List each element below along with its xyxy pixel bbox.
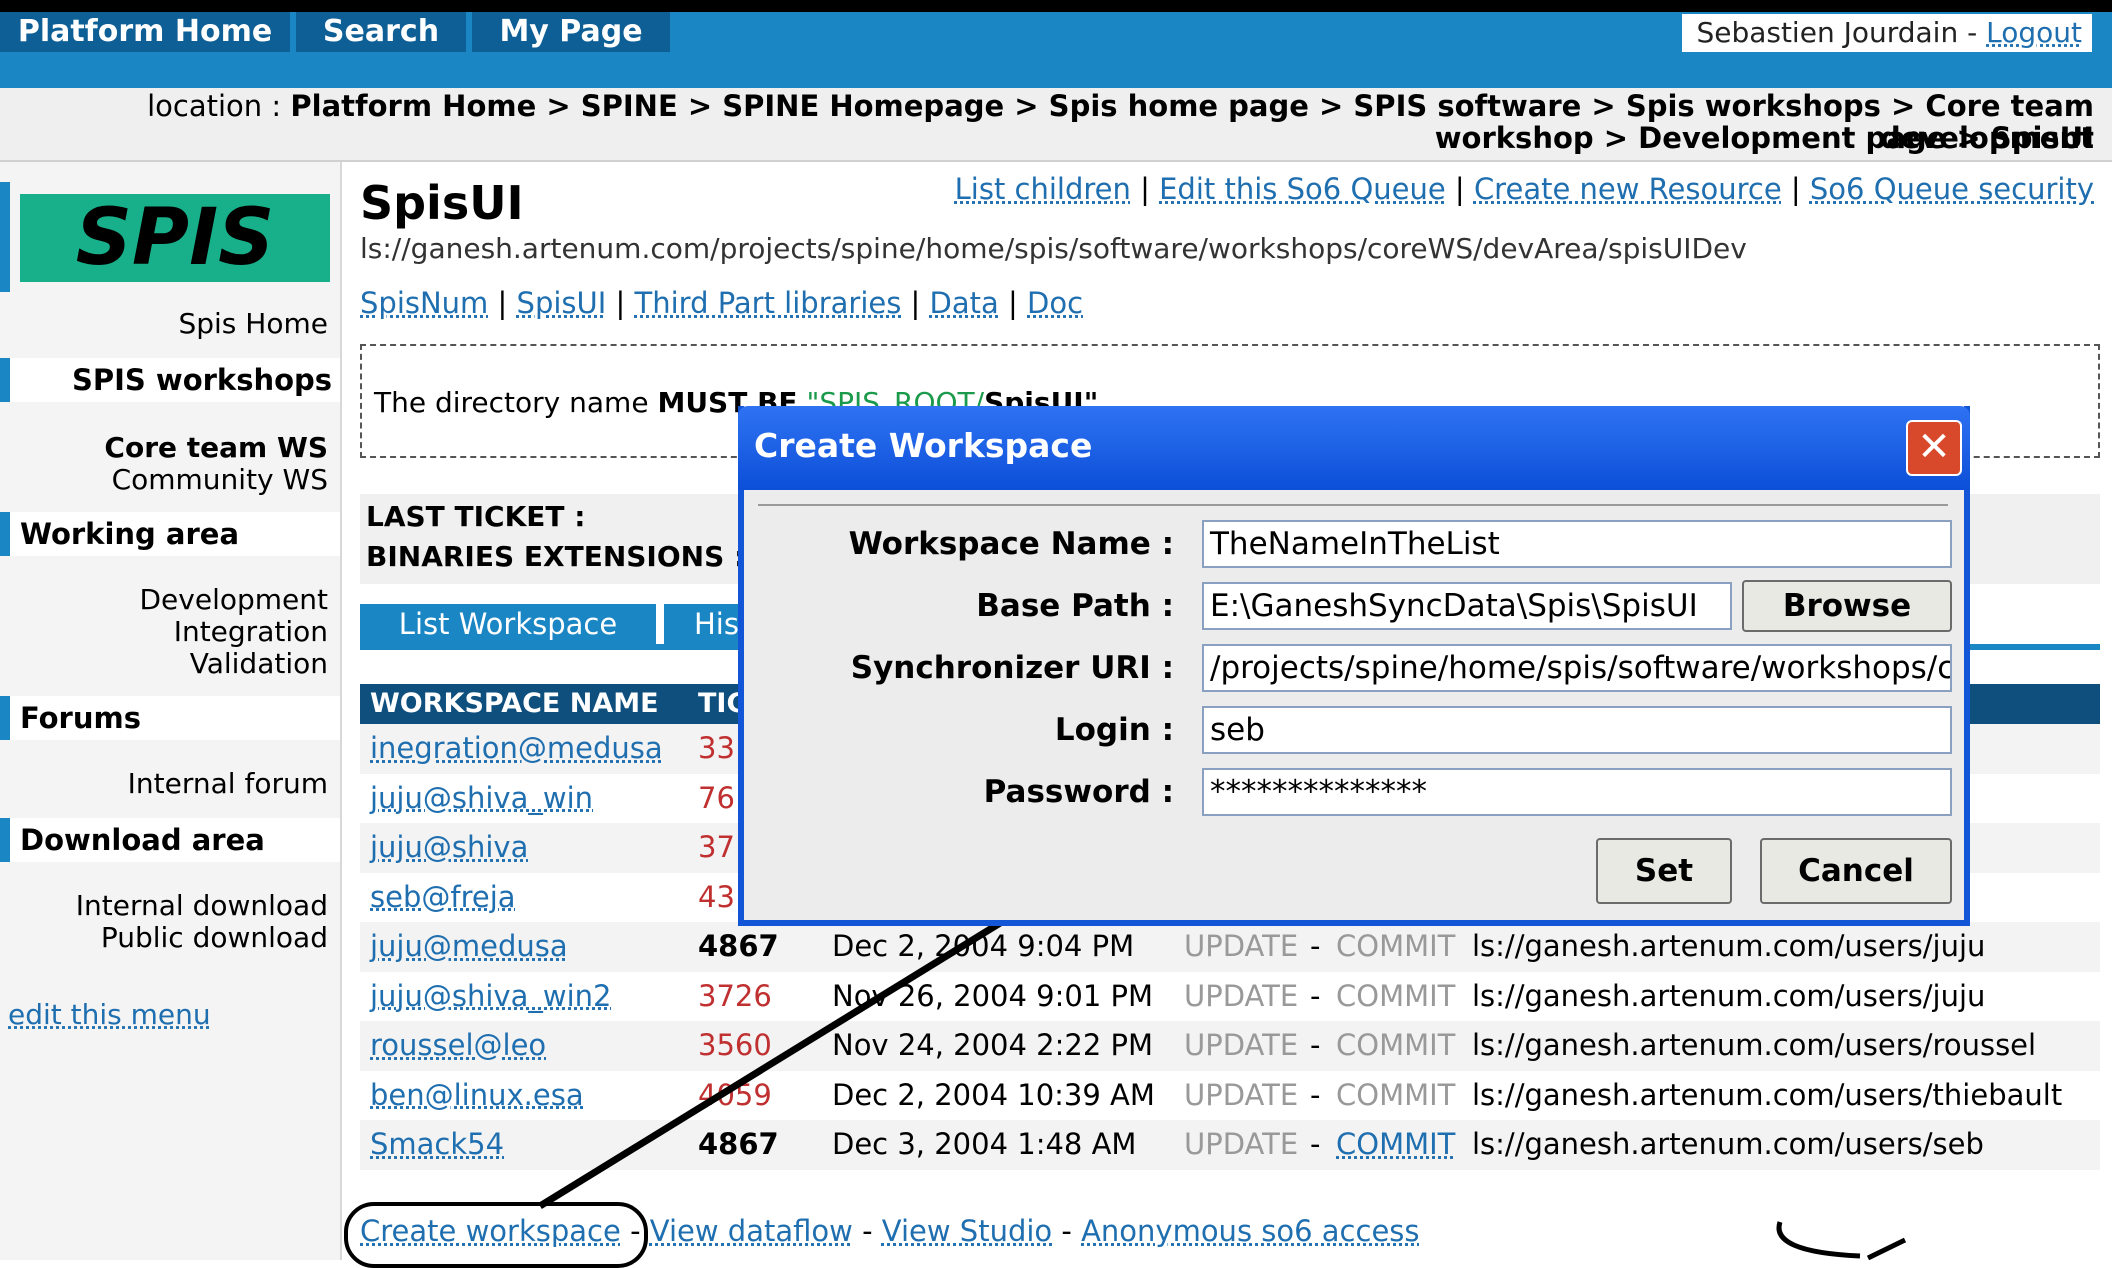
create-workspace-dialog: Create Workspace ✕ Workspace Name : TheN… [738,406,1970,926]
password-field[interactable]: ************** [1202,768,1952,816]
synchronizer-uri-field[interactable]: /projects/spine/home/spis/software/works… [1202,644,1952,692]
close-icon[interactable]: ✕ [1906,420,1962,476]
browse-button[interactable]: Browse [1742,580,1952,632]
base-path-label: Base Path : [976,588,1174,624]
password-label: Password : [983,774,1174,810]
dialog-title: Create Workspace [754,426,1093,465]
workspace-name-field[interactable]: TheNameInTheList [1202,520,1952,568]
dialog-title-bar[interactable]: Create Workspace ✕ [738,406,1970,490]
base-path-field[interactable]: E:\GaneshSyncData\Spis\SpisUI [1202,582,1732,630]
synchronizer-uri-label: Synchronizer URI : [850,650,1174,686]
dialog-separator [758,504,1948,506]
login-label: Login : [1054,712,1174,748]
workspace-name-label: Workspace Name : [848,526,1174,562]
set-button[interactable]: Set [1596,838,1732,904]
cancel-button[interactable]: Cancel [1760,838,1952,904]
login-field[interactable]: seb [1202,706,1952,754]
